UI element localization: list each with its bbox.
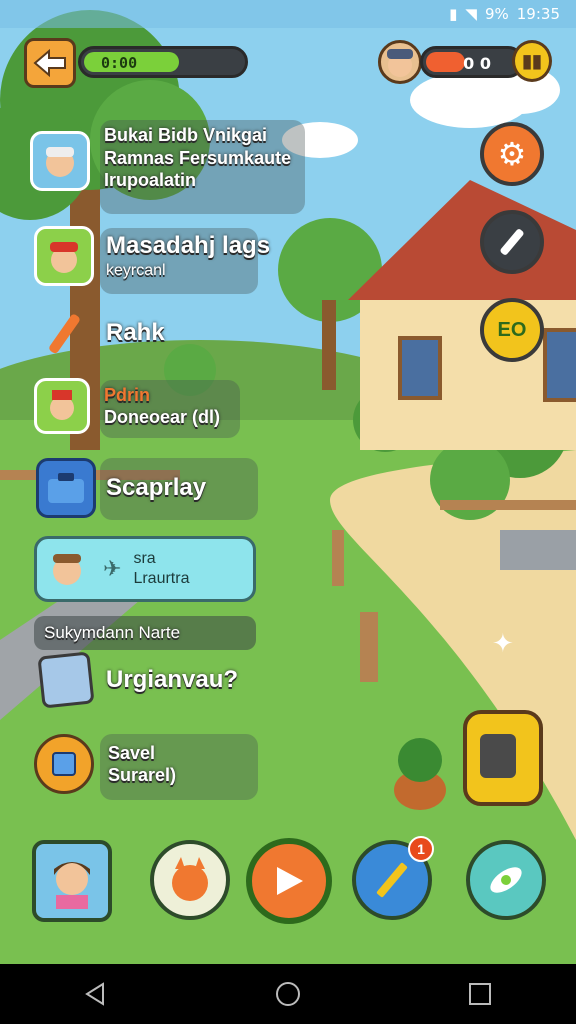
coin-icon: ▮▮	[522, 50, 542, 71]
menu-item-5-label: Scaprlay	[106, 474, 207, 501]
nav-recents-icon[interactable]	[467, 981, 493, 1007]
gem-box-icon	[34, 734, 94, 794]
menu-item-8-label: Urgianvau?	[106, 666, 239, 693]
menu-item-8[interactable]: Urgianvau?	[37, 651, 239, 709]
eco-label: EO	[497, 318, 527, 341]
menu-item-6-line2: Lraurtra	[133, 570, 190, 587]
menu-item-6[interactable]: ✈ sra Lraurtra	[34, 536, 256, 602]
menu-item-2-line2: keyrcanl	[106, 262, 166, 279]
menu-item-5[interactable]: Scaprlay	[36, 458, 206, 518]
menu-item-4-line1: Pdrin	[104, 384, 151, 405]
clock: 19:35	[516, 5, 560, 23]
tools-button[interactable]	[480, 210, 544, 274]
menu-item-4-line2: Doneoear (dl)	[104, 407, 221, 427]
back-button[interactable]	[24, 38, 76, 88]
energy-text: 0 0	[463, 54, 491, 73]
dock-pet-button[interactable]	[150, 840, 230, 920]
wifi-icon: ◥	[465, 5, 477, 23]
player-avatar[interactable]	[378, 40, 422, 84]
pencil-icon	[376, 862, 408, 898]
menu-item-9-line1: Savel	[108, 742, 156, 763]
wrench-icon	[500, 229, 524, 255]
system-navigation-bar	[0, 964, 576, 1024]
coin-button[interactable]: ▮▮	[512, 40, 552, 82]
play-icon	[277, 867, 303, 895]
energy-bar: 0 0	[420, 46, 524, 78]
menu-item-2-line1: Masadahj lags	[106, 232, 271, 259]
menu-item-1-line3: Irupoalatin	[104, 170, 197, 190]
nav-home-icon[interactable]	[274, 980, 302, 1008]
character-portrait-icon	[30, 130, 90, 191]
xp-progress-bar: 0:00	[78, 46, 248, 78]
plane-icon: ✈	[103, 556, 122, 581]
menu-item-1[interactable]: Bukai Bidb Vnikgai Ramnas Fersumkaute Ir…	[30, 125, 292, 192]
bone-icon[interactable]: ✦	[492, 628, 514, 659]
dock-play-button[interactable]	[246, 838, 332, 924]
menu-item-1-line1: Bukai Bidb Vnikgai	[104, 125, 268, 145]
menu-item-2[interactable]: Masadahj lags keyrcanl	[34, 226, 270, 286]
dock-edit-button[interactable]: 1	[352, 836, 434, 920]
status-bar: ▮ ◥ 9% 19:35	[0, 0, 576, 28]
fox-icon	[172, 857, 208, 901]
eco-button[interactable]: EO	[480, 298, 544, 362]
menu-item-9[interactable]: Savel Surarel)	[34, 734, 176, 794]
dock-profile-button[interactable]	[32, 840, 112, 922]
menu-item-7-label: Sukymdann Narte	[44, 623, 181, 643]
menu-item-3-label: Rahk	[106, 319, 165, 346]
character-headband-icon	[37, 539, 97, 599]
player-face-icon	[387, 49, 413, 77]
energy-fill	[426, 52, 466, 72]
menu-item-1-line2: Ramnas Fersumkaute	[104, 147, 292, 168]
torch-icon	[38, 306, 92, 360]
map-icon	[37, 651, 95, 709]
notification-badge: 1	[408, 836, 434, 862]
gear-icon: ⚙	[497, 135, 527, 173]
menu-item-7[interactable]: Sukymdann Narte	[34, 616, 256, 650]
nav-back-icon[interactable]	[83, 981, 109, 1007]
character-red-cap-icon	[34, 226, 94, 286]
back-arrow-icon	[33, 48, 66, 78]
warrior-portrait-icon	[34, 378, 90, 434]
dock-rocket-button[interactable]	[466, 840, 546, 920]
battery-percent: 9%	[484, 5, 509, 23]
menu-item-4[interactable]: Pdrin Doneoear (dl)	[34, 378, 220, 434]
toolbox-icon	[36, 458, 96, 518]
menu-item-6-line1: sra	[133, 550, 156, 567]
menu-item-3[interactable]: Rahk	[38, 306, 165, 360]
girl-portrait-icon	[54, 862, 90, 909]
signal-icon: ▮	[449, 5, 458, 23]
settings-button[interactable]: ⚙	[480, 122, 544, 186]
menu-item-9-line2: Surarel)	[108, 765, 177, 785]
rocket-icon	[490, 867, 522, 893]
xp-progress-text: 0:00	[101, 54, 138, 72]
